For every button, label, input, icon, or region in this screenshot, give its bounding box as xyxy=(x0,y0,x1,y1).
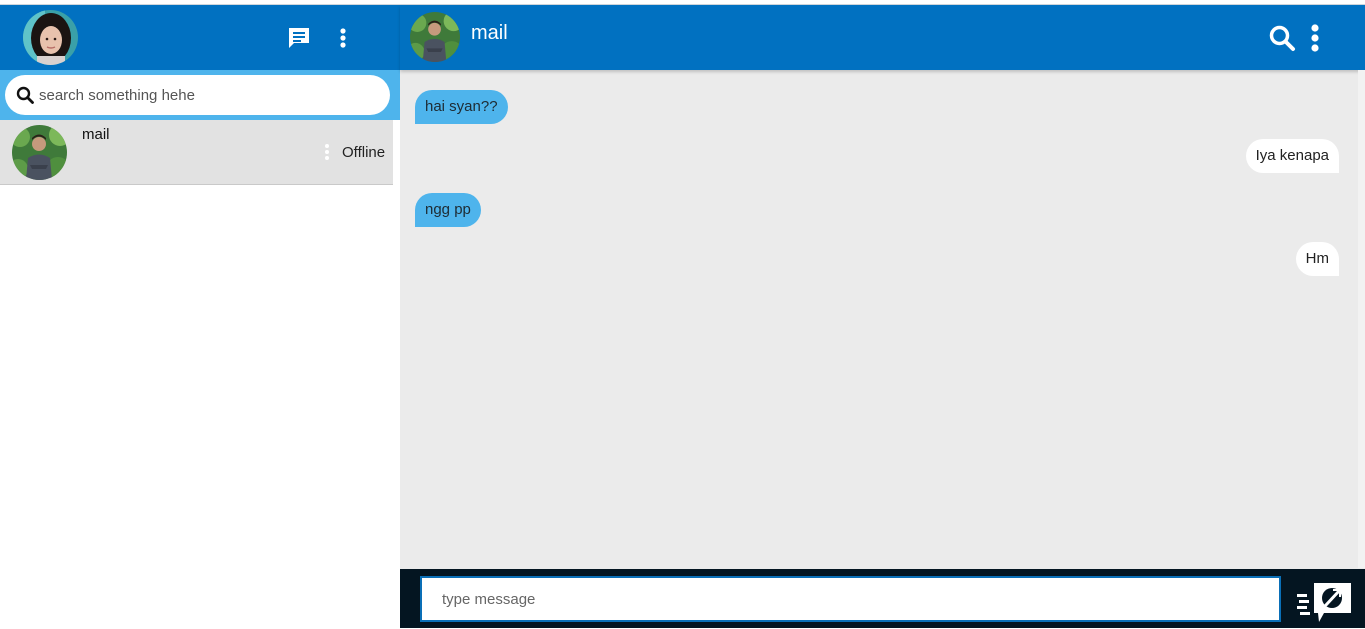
contact-avatar xyxy=(12,125,67,180)
chat-header: mail xyxy=(400,5,1365,70)
message-outgoing: Hm xyxy=(1295,242,1339,276)
message-outgoing: Iya kenapa xyxy=(1245,139,1339,173)
chat-panel: mail hai syan?? Iya kenapa ngg pp Hm xyxy=(400,5,1365,628)
chat-search-button[interactable] xyxy=(1268,24,1296,52)
search-icon xyxy=(16,86,34,104)
search-box xyxy=(5,75,390,115)
search-icon xyxy=(1269,25,1295,51)
user-avatar[interactable] xyxy=(23,10,78,65)
sidebar-header xyxy=(0,5,400,70)
search-bar xyxy=(0,70,400,120)
contact-status: Offline xyxy=(342,144,386,161)
peer-avatar[interactable] xyxy=(410,12,460,62)
more-vertical-icon xyxy=(340,28,346,48)
sidebar-menu-button[interactable] xyxy=(334,25,352,51)
contact-name: mail xyxy=(82,126,110,143)
message-list: hai syan?? Iya kenapa ngg pp Hm xyxy=(400,70,1358,568)
new-chat-button[interactable] xyxy=(286,25,312,51)
send-icon xyxy=(1297,583,1351,622)
message-incoming: ngg pp xyxy=(415,193,481,227)
chat-menu-button[interactable] xyxy=(1308,23,1322,53)
chat-peer-name: mail xyxy=(471,22,508,44)
message-incoming: hai syan?? xyxy=(415,90,508,124)
more-vertical-icon xyxy=(1311,24,1319,52)
sidebar: mail Offline xyxy=(0,5,400,628)
search-input[interactable] xyxy=(39,75,379,115)
contact-menu-icon[interactable] xyxy=(323,143,331,161)
message-input[interactable] xyxy=(420,576,1281,622)
contact-list-item[interactable]: mail Offline xyxy=(0,120,393,185)
chat-icon xyxy=(289,28,309,48)
message-composer xyxy=(400,569,1365,628)
send-button[interactable] xyxy=(1296,580,1352,624)
message-scrollbar[interactable] xyxy=(1358,70,1365,568)
